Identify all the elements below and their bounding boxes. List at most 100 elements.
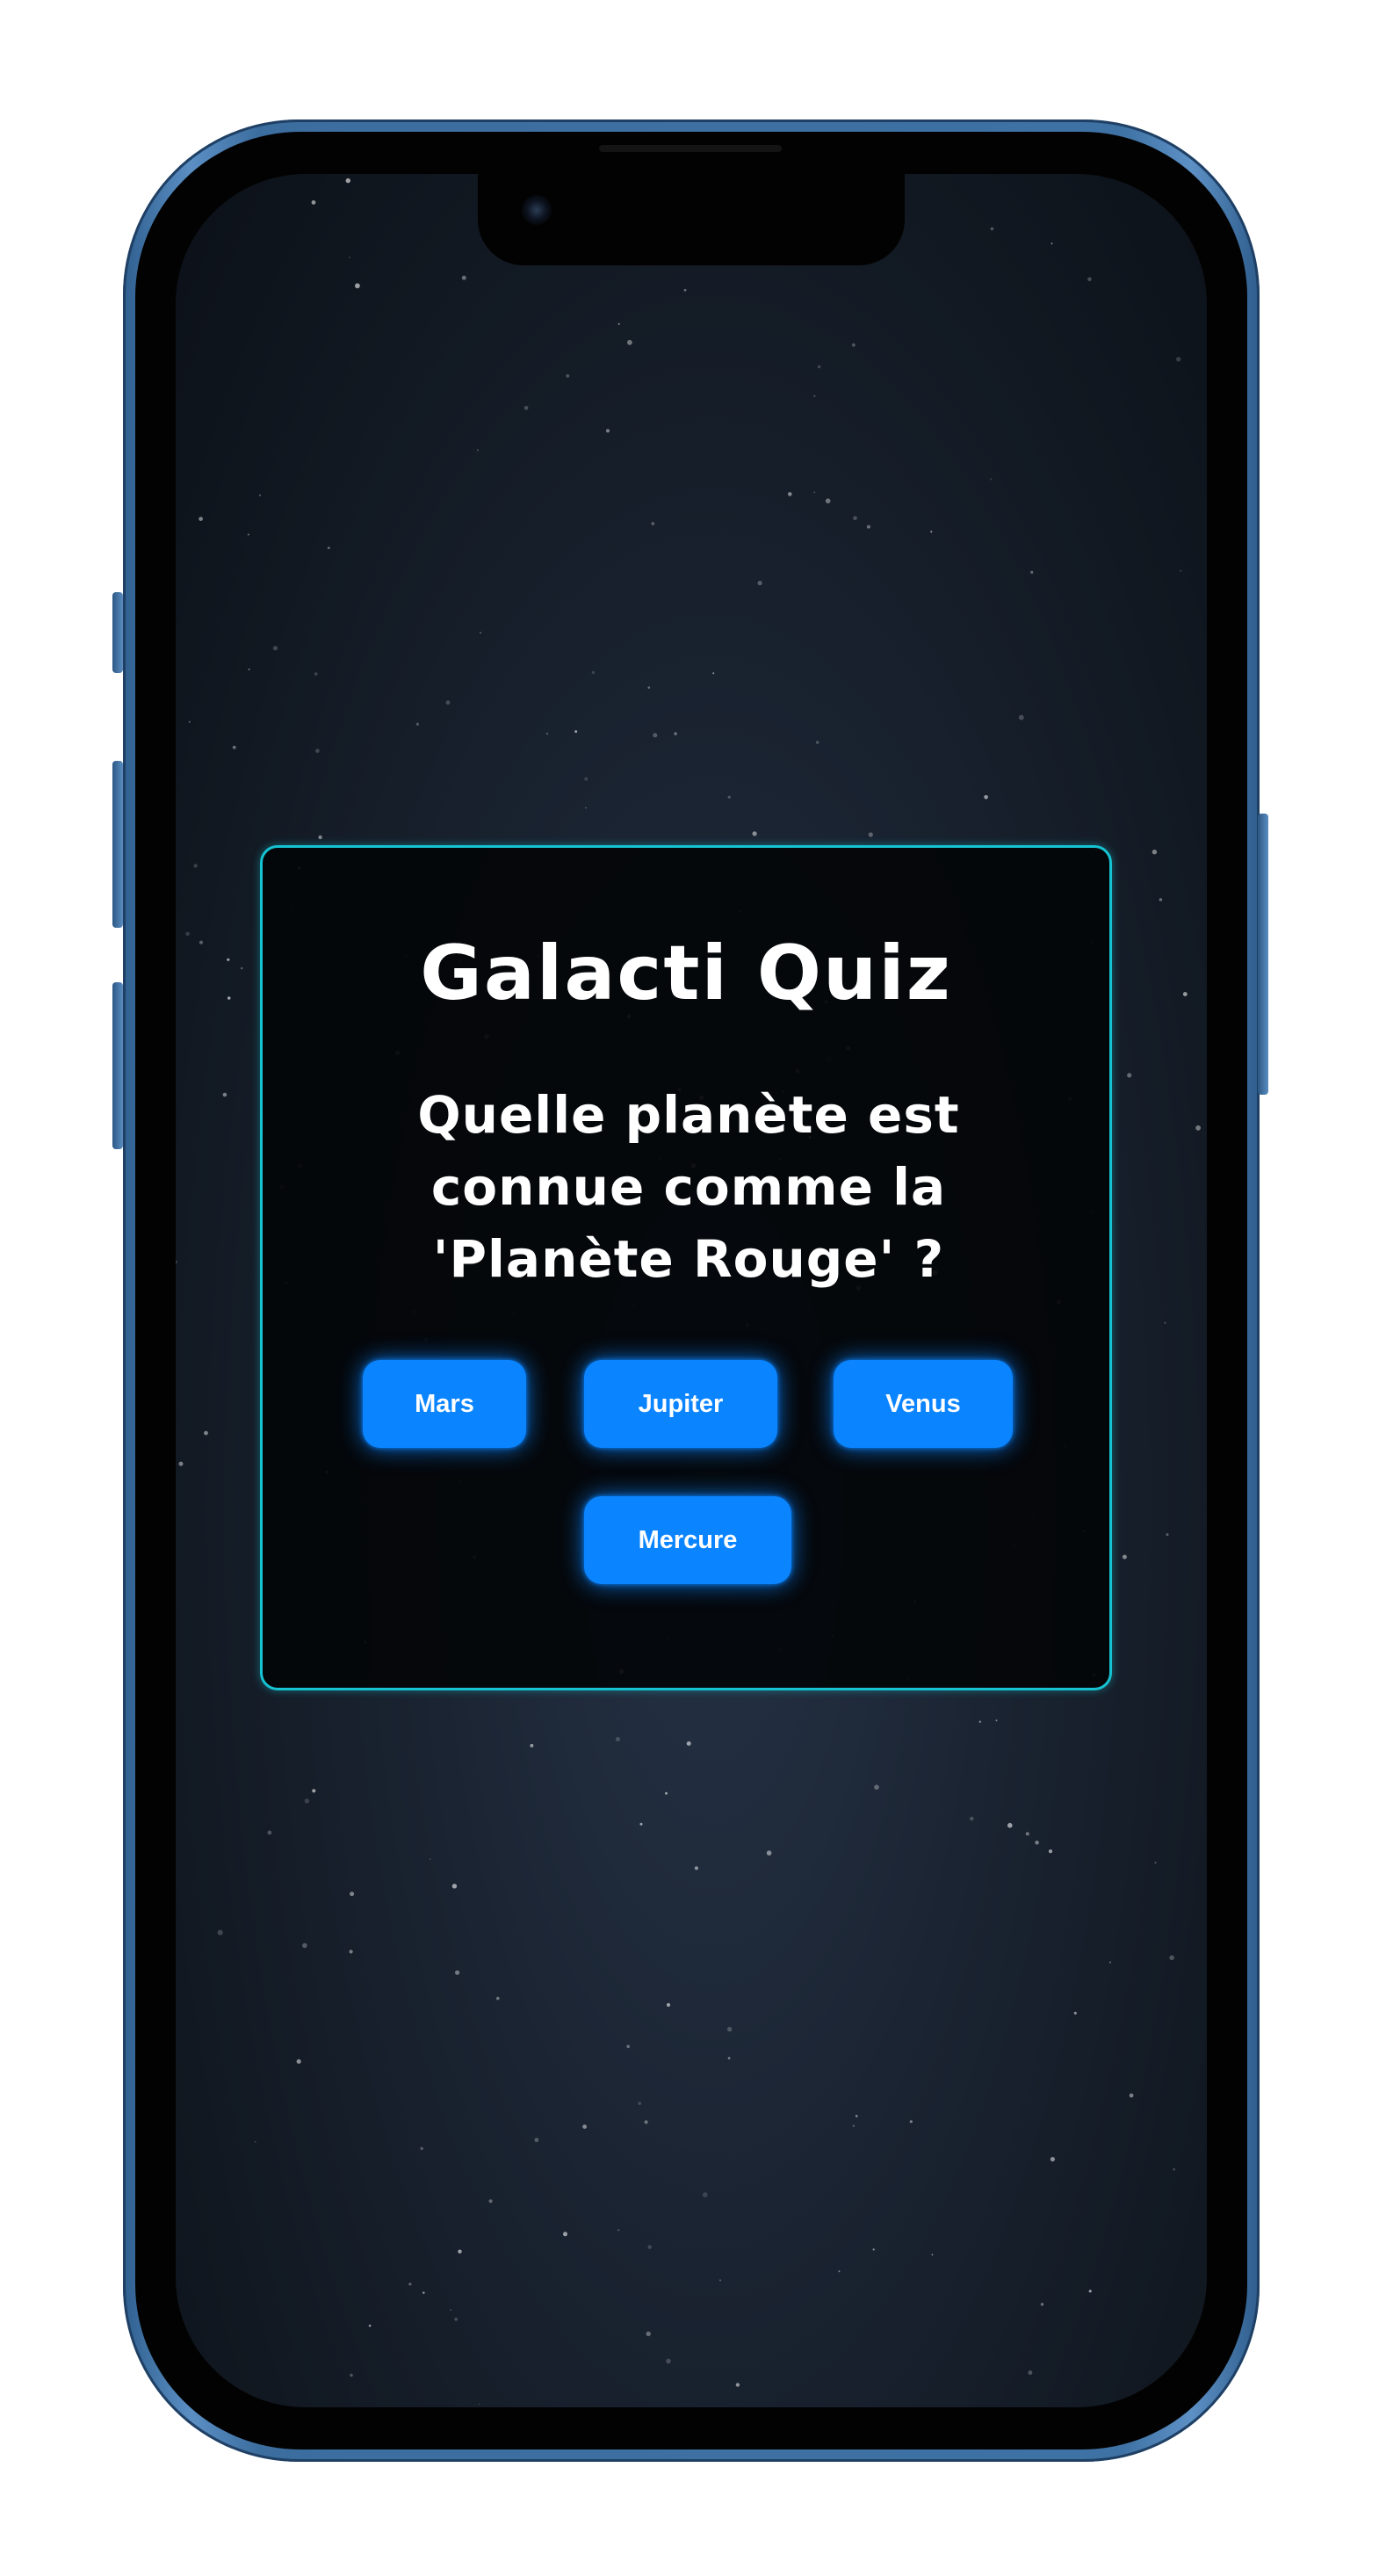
star bbox=[193, 864, 198, 868]
star bbox=[240, 966, 243, 970]
star bbox=[853, 516, 857, 521]
star bbox=[450, 2309, 451, 2312]
quiz-question: Quelle planète est connue comme la 'Plan… bbox=[417, 1085, 960, 1289]
answer-button-venus[interactable]: Venus bbox=[834, 1360, 1013, 1448]
star bbox=[315, 749, 320, 753]
answer-button-mars[interactable]: Mars bbox=[363, 1360, 526, 1448]
star bbox=[188, 720, 191, 723]
star bbox=[813, 394, 816, 397]
star bbox=[1122, 1554, 1127, 1559]
star bbox=[222, 1092, 227, 1097]
star bbox=[666, 2358, 671, 2364]
star bbox=[1088, 2290, 1092, 2293]
star bbox=[694, 1866, 699, 1870]
star bbox=[1169, 1955, 1174, 1961]
front-camera-icon bbox=[522, 195, 552, 225]
star bbox=[674, 732, 677, 735]
answer-button-jupiter[interactable]: Jupiter bbox=[584, 1360, 777, 1448]
star bbox=[984, 795, 988, 800]
action-button bbox=[112, 592, 123, 673]
star bbox=[665, 1791, 668, 1795]
star bbox=[735, 2383, 740, 2387]
star bbox=[327, 546, 330, 549]
star bbox=[185, 931, 190, 937]
star bbox=[970, 1816, 974, 1821]
quiz-title: Galacti Quiz bbox=[420, 930, 952, 1017]
star bbox=[545, 732, 549, 735]
star bbox=[454, 2318, 458, 2321]
star bbox=[838, 2270, 841, 2273]
star bbox=[350, 2373, 353, 2377]
star bbox=[653, 733, 658, 738]
star bbox=[1007, 1822, 1013, 1828]
star bbox=[651, 522, 655, 525]
star bbox=[563, 2232, 567, 2237]
star bbox=[585, 807, 587, 809]
star bbox=[1173, 2167, 1175, 2171]
star bbox=[1035, 1841, 1039, 1845]
star bbox=[584, 777, 588, 781]
star bbox=[1164, 1321, 1166, 1324]
star bbox=[455, 1970, 460, 1975]
star bbox=[1127, 1073, 1132, 1078]
star bbox=[258, 494, 261, 496]
star bbox=[217, 1929, 223, 1936]
star bbox=[813, 491, 816, 494]
star bbox=[591, 670, 596, 675]
star bbox=[345, 177, 350, 184]
star bbox=[995, 1719, 998, 1722]
star bbox=[752, 831, 757, 836]
star bbox=[227, 958, 230, 961]
star bbox=[1195, 1125, 1201, 1131]
star bbox=[666, 2002, 671, 2008]
star bbox=[646, 2331, 651, 2336]
star bbox=[248, 668, 250, 670]
star bbox=[349, 257, 350, 259]
star bbox=[296, 2059, 301, 2064]
star bbox=[350, 1892, 355, 1897]
star bbox=[615, 1737, 620, 1741]
star bbox=[267, 1830, 272, 1835]
star bbox=[176, 1260, 177, 1264]
star bbox=[534, 2138, 539, 2143]
star bbox=[978, 1720, 981, 1723]
star bbox=[647, 2245, 652, 2249]
star bbox=[1180, 569, 1182, 572]
star bbox=[1166, 1533, 1169, 1537]
star bbox=[582, 2124, 587, 2130]
star bbox=[311, 200, 316, 205]
star bbox=[199, 940, 204, 944]
star bbox=[1109, 1961, 1111, 1964]
answer-button-mercure[interactable]: Mercure bbox=[584, 1496, 791, 1584]
star bbox=[199, 517, 203, 521]
star bbox=[639, 1822, 643, 1826]
star bbox=[1073, 2011, 1077, 2015]
star bbox=[1040, 2303, 1044, 2306]
star bbox=[989, 478, 993, 481]
star bbox=[1152, 850, 1158, 855]
star bbox=[617, 2229, 620, 2232]
star bbox=[204, 1430, 208, 1436]
star bbox=[488, 2199, 493, 2203]
star bbox=[726, 2027, 733, 2032]
star bbox=[272, 646, 278, 651]
star bbox=[1048, 1849, 1053, 1854]
star bbox=[719, 2279, 721, 2282]
star bbox=[683, 288, 687, 292]
star bbox=[227, 996, 231, 1000]
star bbox=[766, 1850, 772, 1856]
star bbox=[647, 686, 651, 689]
star bbox=[712, 672, 715, 675]
star bbox=[617, 322, 620, 325]
star bbox=[312, 1789, 316, 1793]
star bbox=[788, 492, 792, 496]
star bbox=[478, 2403, 480, 2406]
star bbox=[1154, 1862, 1157, 1864]
star bbox=[866, 525, 870, 529]
star bbox=[1176, 357, 1181, 362]
star bbox=[349, 1950, 353, 1954]
star bbox=[909, 2120, 913, 2124]
star bbox=[232, 745, 236, 749]
device-mockup: Galacti Quiz Quelle planète est connue c… bbox=[0, 0, 1379, 2576]
star bbox=[318, 835, 322, 840]
